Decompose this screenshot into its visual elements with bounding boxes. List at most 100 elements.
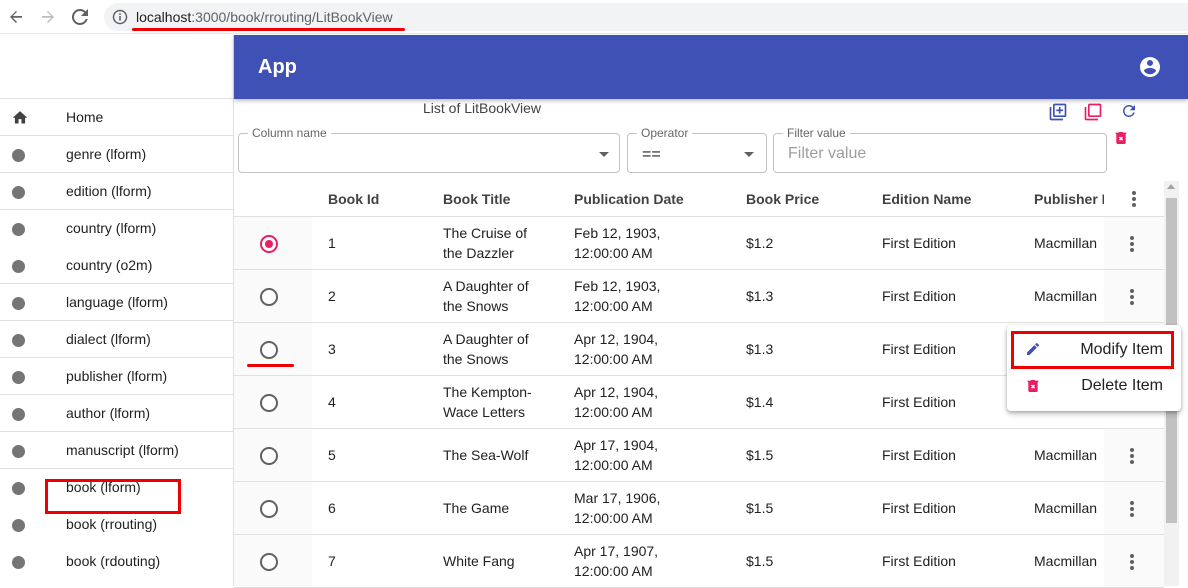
cell-edition-name: First Edition [882, 553, 956, 569]
add-copy-icon[interactable] [1048, 102, 1068, 122]
row-radio[interactable] [260, 235, 278, 253]
address-bar[interactable]: localhost:3000/book/rrouting/LitBookView [104, 3, 1188, 31]
sidebar-item[interactable]: edition (lform) [0, 173, 233, 210]
row-actions-cell [1104, 482, 1164, 534]
cell-publication-date: Feb 12, 1903, 12:00:00 AM [574, 223, 660, 263]
dot-icon [12, 445, 25, 458]
forward-button[interactable] [37, 6, 59, 28]
sidebar-item[interactable]: country (o2m) [0, 247, 233, 284]
more-vert-icon[interactable] [1130, 236, 1134, 252]
cell-book-title-line2: Wace Letters [443, 404, 525, 420]
cell-book-title-line1: The Kempton- [443, 384, 532, 400]
table-row[interactable]: 6 The Game Mar 17, 1906, 12:00:00 AM $1.5 Fir… [234, 482, 1164, 535]
cell-date-line1: Apr 12, 1904, [574, 384, 659, 400]
filter-value-label: Filter value [783, 126, 850, 140]
chevron-down-icon [599, 152, 609, 157]
table-row[interactable]: 1 The Cruise of the Dazzler Feb 12, 1903, 12… [234, 217, 1164, 270]
scroll-up-arrow-icon[interactable] [1167, 184, 1175, 189]
row-radio[interactable] [260, 341, 278, 359]
more-vert-icon[interactable] [1130, 448, 1134, 464]
cell-book-id: 7 [328, 553, 336, 569]
info-icon[interactable] [112, 9, 128, 25]
dot-icon [12, 186, 25, 199]
cell-date-line2: 12:00:00 AM [574, 457, 653, 473]
more-vert-icon[interactable] [1130, 554, 1134, 570]
table-row[interactable]: 5 The Sea-Wolf Apr 17, 1904, 12:00:00 AM $1.… [234, 429, 1164, 482]
cell-book-price: $1.4 [746, 394, 774, 410]
cell-edition-name: First Edition [882, 447, 956, 463]
cell-book-title-line1: A Daughter of [443, 331, 529, 347]
cell-edition-name: First Edition [882, 288, 956, 304]
copy-icon[interactable] [1083, 102, 1103, 122]
cell-date-line2: 12:00:00 AM [574, 351, 653, 367]
cell-edition-name: First Edition [882, 394, 956, 410]
header-publication-date[interactable]: Publication Date [574, 191, 684, 207]
header-book-price[interactable]: Book Price [746, 191, 819, 207]
cell-book-title-line1: The Game [443, 500, 510, 516]
trash-icon [1027, 380, 1039, 392]
cell-date-line2: 12:00:00 AM [574, 563, 653, 579]
select-cell [234, 270, 312, 322]
sidebar-item[interactable]: language (lform) [0, 284, 233, 321]
cell-book-title: A Daughter of the Snows [443, 329, 529, 369]
header-edition-name[interactable]: Edition Name [882, 191, 971, 207]
operator-label: Operator [637, 126, 693, 140]
sidebar-item[interactable]: publisher (lform) [0, 358, 233, 395]
cell-book-title-line1: The Sea-Wolf [443, 447, 529, 463]
account-circle-icon[interactable] [1138, 55, 1162, 79]
header-book-id[interactable]: Book Id [328, 191, 379, 207]
chevron-down-icon [744, 152, 754, 157]
dot-icon [12, 482, 25, 495]
cell-book-id: 3 [328, 341, 336, 357]
delete-item-label: Delete Item [1081, 377, 1163, 394]
refresh-icon[interactable] [1120, 102, 1138, 120]
url-underline-annotation [132, 28, 405, 31]
cell-publication-date: Mar 17, 1906, 12:00:00 AM [574, 488, 660, 528]
dot-icon [12, 519, 25, 532]
row-radio[interactable] [260, 500, 278, 518]
operator-select[interactable]: Operator == [627, 126, 767, 173]
row-radio[interactable] [260, 394, 278, 412]
sidebar-item[interactable]: dialect (lform) [0, 321, 233, 358]
reload-button[interactable] [69, 6, 91, 28]
cell-date-line2: 12:00:00 AM [574, 404, 653, 420]
back-button[interactable] [5, 6, 27, 28]
header-publisher-name[interactable]: Publisher N [1034, 191, 1104, 207]
cell-book-title-line2: the Dazzler [443, 245, 514, 261]
column-menu-icon[interactable] [1132, 191, 1136, 207]
cell-publisher-name: Macmillan [1034, 500, 1098, 516]
cell-book-title: The Cruise of the Dazzler [443, 223, 527, 263]
select-cell [234, 429, 312, 481]
row-radio[interactable] [260, 553, 278, 571]
more-vert-icon[interactable] [1130, 289, 1134, 305]
sidebar-item[interactable]: manuscript (lform) [0, 432, 233, 469]
select-cell [234, 535, 312, 587]
sidebar-item[interactable]: Home [0, 99, 233, 136]
delete-item-menu-item[interactable]: Delete Item [1007, 367, 1181, 403]
sidebar-item[interactable]: book (rdouting) [0, 543, 233, 580]
app-bar: App [234, 35, 1188, 99]
row-radio[interactable] [260, 447, 278, 465]
radio-underline-annotation [247, 364, 294, 367]
cell-publication-date: Apr 12, 1904, 12:00:00 AM [574, 329, 658, 369]
cell-date-line2: 12:00:00 AM [574, 298, 653, 314]
sidebar-item[interactable]: author (lform) [0, 395, 233, 432]
back-arrow-icon [10, 11, 22, 23]
sidebar-item[interactable]: country (lform) [0, 210, 233, 247]
more-vert-icon[interactable] [1130, 501, 1134, 517]
header-book-title[interactable]: Book Title [443, 191, 510, 207]
cell-book-title: The Sea-Wolf [443, 445, 528, 465]
cell-book-title: White Fang [443, 551, 515, 571]
cell-book-title: A Daughter of the Snows [443, 276, 529, 316]
cell-publication-date: Apr 12, 1904, 12:00:00 AM [574, 382, 658, 422]
cell-book-price: $1.5 [746, 447, 774, 463]
delete-filter-icon[interactable] [1113, 129, 1129, 147]
filter-value-input[interactable]: Filter value Filter value [773, 126, 1107, 173]
cell-publisher-name: Macmillan [1034, 553, 1098, 569]
row-radio[interactable] [260, 288, 278, 306]
table-row[interactable]: 7 White Fang Apr 17, 1907, 12:00:00 AM $1.5 F… [234, 535, 1164, 588]
cell-book-price: $1.3 [746, 341, 774, 357]
sidebar-item[interactable]: genre (lform) [0, 136, 233, 173]
table-row[interactable]: 2 A Daughter of the Snows Feb 12, 1903, 12:0… [234, 270, 1164, 323]
column-name-select[interactable]: Column name [238, 126, 620, 173]
